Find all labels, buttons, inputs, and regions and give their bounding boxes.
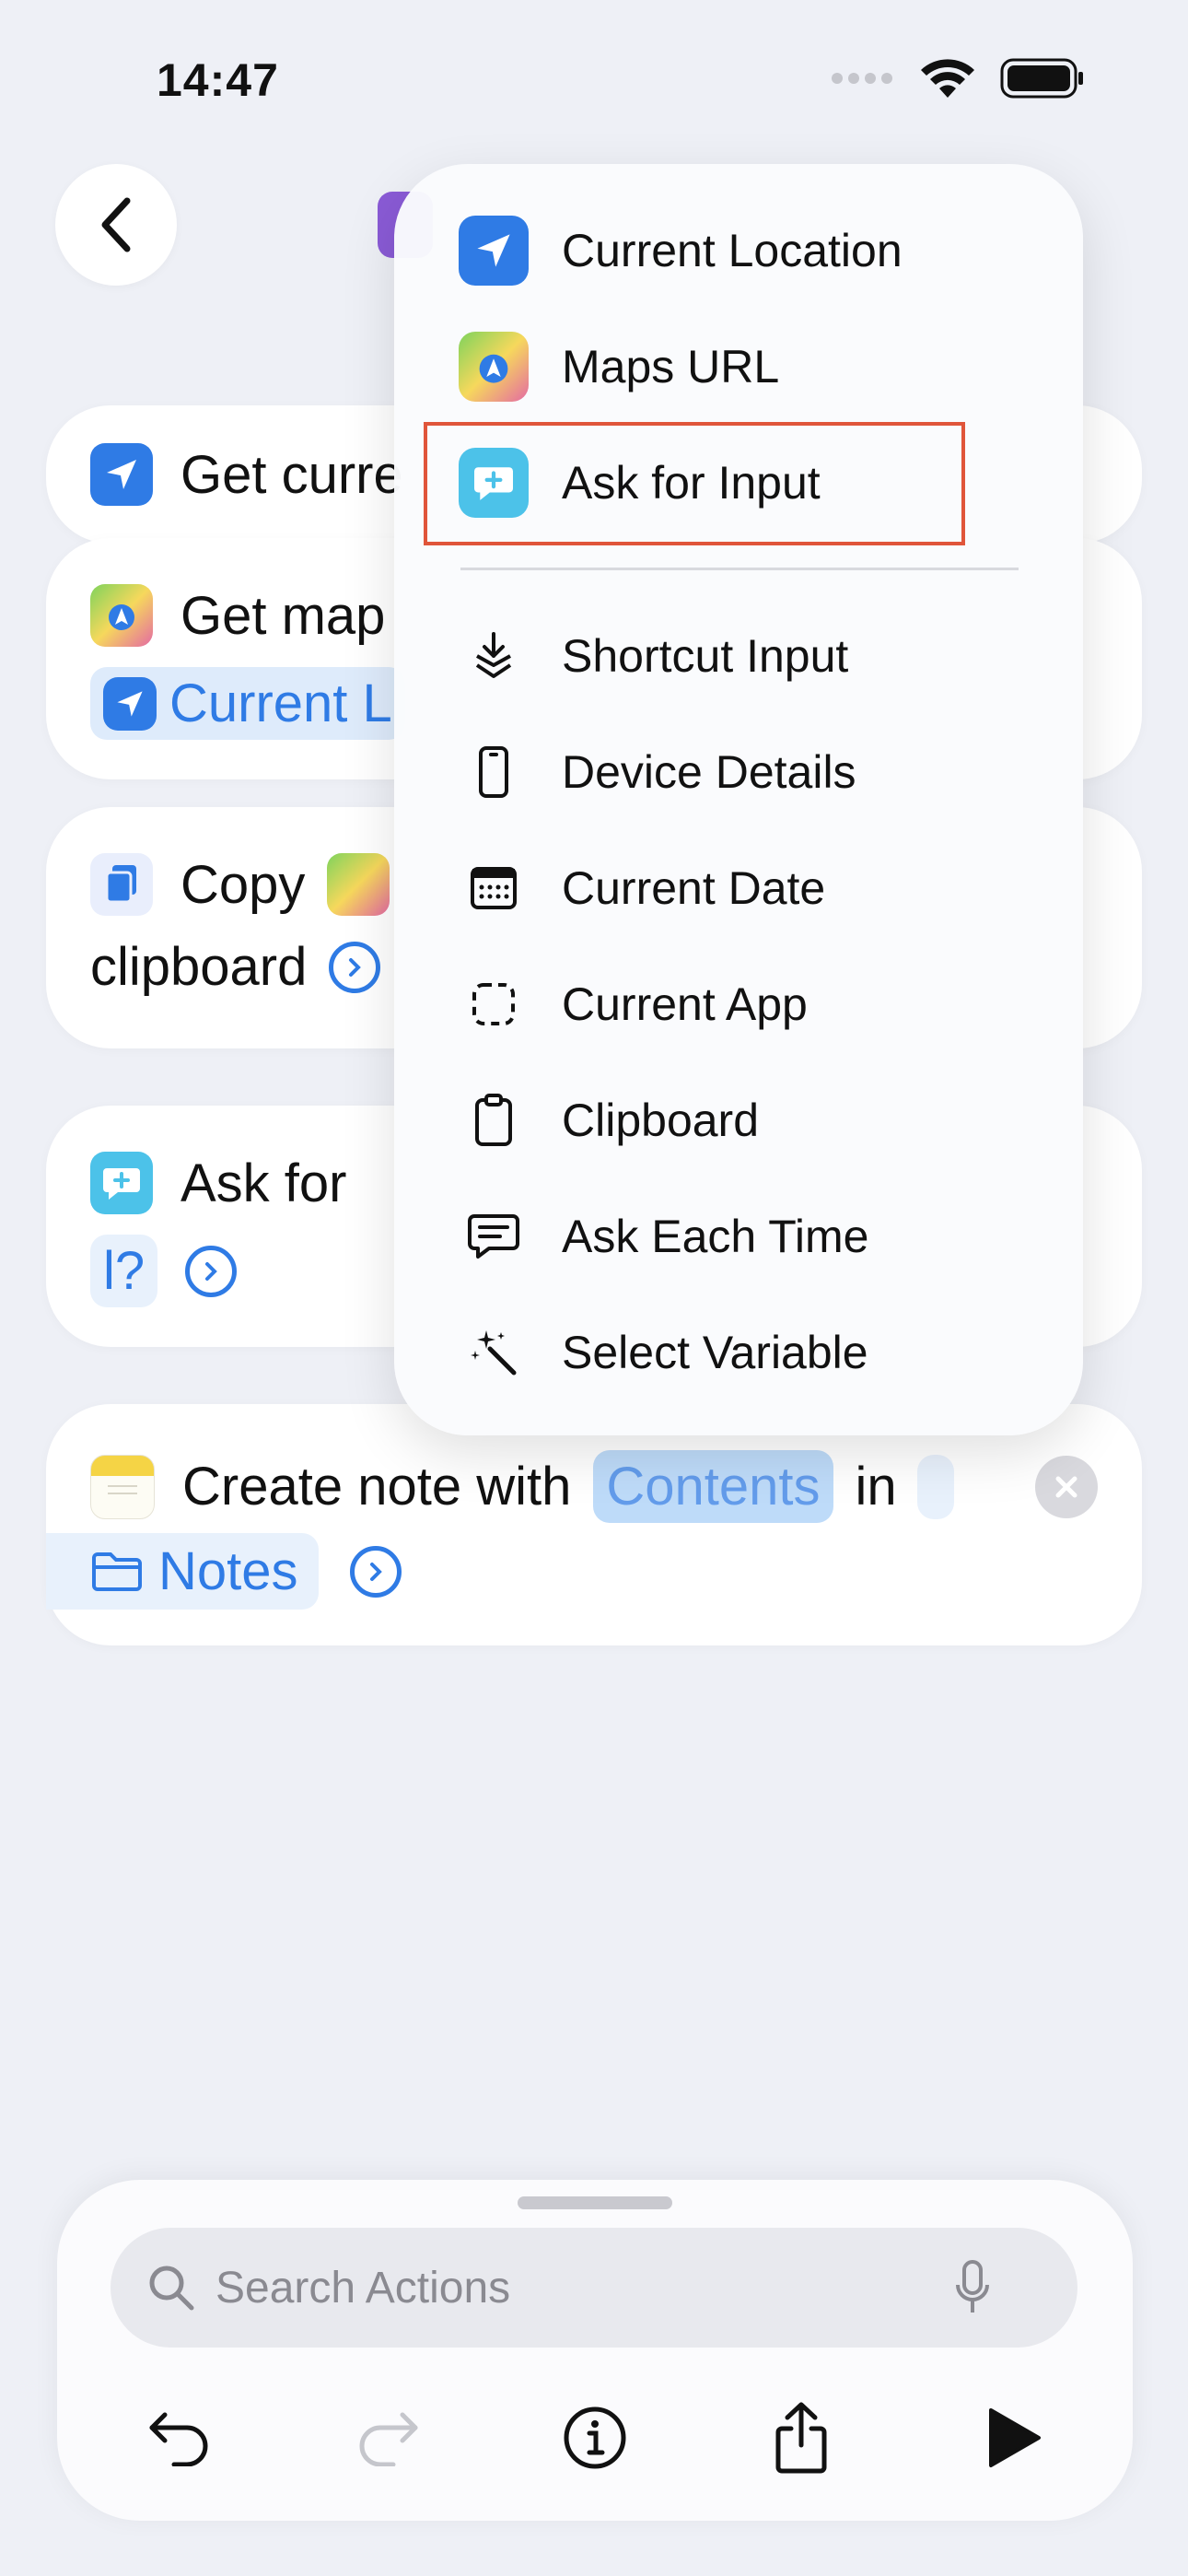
folder-pill-stub[interactable] [916, 1454, 954, 1519]
action-text: Get map [181, 585, 386, 646]
notes-folder-pill[interactable]: Notes [46, 1533, 319, 1610]
search-bar[interactable] [111, 2228, 1077, 2348]
run-button[interactable] [969, 2394, 1057, 2482]
action-text-in: in [855, 1457, 897, 1516]
microphone-icon[interactable] [954, 2259, 991, 2316]
play-icon [989, 2408, 1041, 2467]
menu-separator [460, 568, 1019, 570]
menu-item-clipboard[interactable]: Clipboard [459, 1085, 759, 1155]
undo-icon [149, 2412, 208, 2466]
status-time: 14:47 [157, 54, 279, 106]
action-card-create-note[interactable]: Create note with Contents in Notes [46, 1404, 1142, 1645]
maps-icon [459, 332, 529, 402]
highlight-box [424, 422, 965, 545]
menu-item-select-variable[interactable]: Select Variable [459, 1317, 868, 1388]
location-arrow-icon [103, 676, 157, 731]
magic-wand-icon [459, 1317, 529, 1388]
cellular-signal-icon [832, 73, 892, 84]
phone-icon [459, 737, 529, 807]
location-arrow-icon [90, 443, 153, 506]
menu-item-ask-each-time[interactable]: Ask Each Time [459, 1201, 868, 1271]
clipboard-icon [459, 1085, 529, 1155]
remove-action-button[interactable] [1035, 1456, 1098, 1518]
calendar-icon [459, 853, 529, 923]
folder-icon [92, 1551, 142, 1591]
status-icons [831, 57, 1085, 100]
wifi-icon [921, 59, 974, 98]
menu-item-current-date[interactable]: Current Date [459, 853, 825, 923]
battery-icon [1000, 58, 1083, 99]
sheet-grabber[interactable] [518, 2196, 672, 2209]
redo-button[interactable] [344, 2394, 433, 2482]
redo-icon [359, 2412, 418, 2466]
dashed-square-icon [459, 969, 529, 1039]
menu-item-shortcut-input[interactable]: Shortcut Input [459, 621, 848, 691]
contents-pill[interactable]: Contents [593, 1450, 833, 1523]
action-text: Get curre [181, 444, 403, 505]
info-icon [564, 2406, 626, 2469]
document-copy-icon [90, 853, 153, 916]
menu-item-device-details[interactable]: Device Details [459, 737, 856, 807]
variable-menu: Current Location Maps URL Ask for Input … [394, 164, 1083, 1435]
action-text: Create note with [182, 1457, 572, 1516]
shortcut-input-icon [459, 621, 529, 691]
notes-icon [90, 1454, 155, 1519]
action-text: Ask for [181, 1153, 347, 1213]
chevron-left-icon [101, 197, 131, 252]
close-icon [1055, 1476, 1077, 1498]
search-input[interactable] [214, 2261, 917, 2314]
question-pill[interactable]: l? [90, 1235, 158, 1307]
current-location-pill[interactable]: Current L [90, 667, 405, 740]
back-button[interactable] [55, 164, 177, 286]
menu-item-maps-url[interactable]: Maps URL [459, 332, 779, 402]
undo-button[interactable] [134, 2394, 223, 2482]
maps-icon [327, 853, 390, 916]
menu-item-current-location[interactable]: Current Location [459, 216, 903, 286]
share-button[interactable] [757, 2394, 845, 2482]
action-text: Copy [181, 854, 306, 915]
bottom-sheet [57, 2180, 1133, 2521]
maps-icon [90, 584, 153, 647]
expand-chevron-icon[interactable] [329, 941, 381, 993]
menu-item-current-app[interactable]: Current App [459, 969, 808, 1039]
location-arrow-icon [459, 216, 529, 286]
speech-bubble-icon [459, 1201, 529, 1271]
ask-for-input-icon [90, 1152, 153, 1214]
search-icon [149, 2266, 194, 2311]
share-icon [775, 2402, 827, 2474]
expand-chevron-icon[interactable] [185, 1245, 238, 1297]
expand-chevron-icon[interactable] [349, 1545, 402, 1598]
action-text-line2: clipboard [90, 937, 308, 997]
info-button[interactable] [551, 2394, 639, 2482]
